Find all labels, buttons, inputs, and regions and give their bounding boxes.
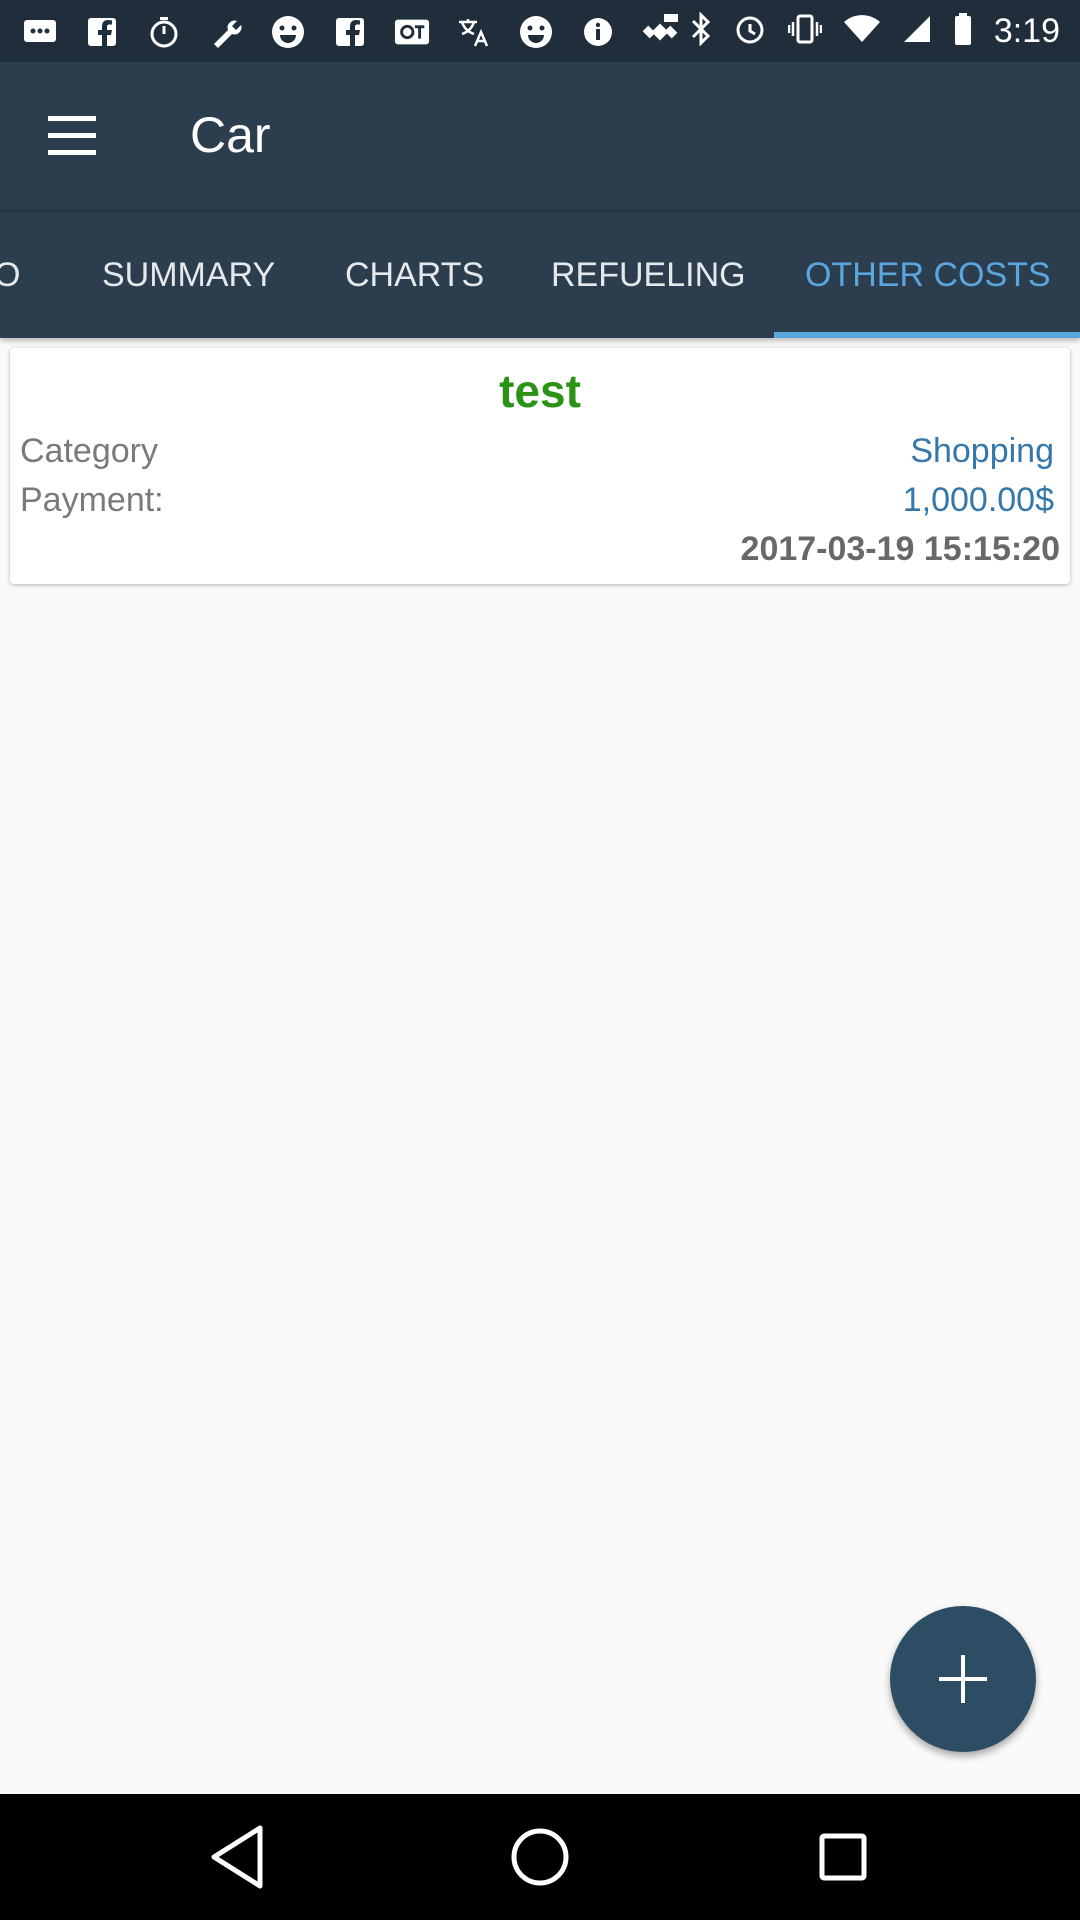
active-tab-indicator <box>774 332 1080 338</box>
system-status: 3:19 <box>690 8 1060 54</box>
back-icon[interactable] <box>200 1820 274 1894</box>
recents-icon[interactable] <box>806 1820 880 1894</box>
page-title: Car <box>190 107 271 163</box>
tab-bar: O SUMMARY CHARTS REFUELING OTHER COSTS <box>0 210 1080 338</box>
entry-datetime: 2017-03-19 15:15:20 <box>740 530 1060 568</box>
battery-icon <box>954 12 972 50</box>
timer-icon <box>146 14 182 50</box>
navigation-bar <box>0 1794 1080 1920</box>
tab-summary[interactable]: SUMMARY <box>102 212 275 338</box>
signal-icon <box>902 14 932 49</box>
category-label: Category <box>20 432 158 470</box>
menu-icon[interactable] <box>40 110 104 162</box>
cost-entry-card[interactable]: test Category Shopping Payment: 1,000.00… <box>10 348 1070 584</box>
home-icon[interactable] <box>503 1820 577 1894</box>
smiley-icon <box>518 14 554 50</box>
tab-refueling[interactable]: REFUELING <box>551 212 746 338</box>
facebook-icon <box>332 14 368 50</box>
entry-title: test <box>499 365 581 417</box>
bluetooth-icon <box>690 10 712 51</box>
chat-icon <box>22 14 58 50</box>
wifi-icon <box>843 14 880 49</box>
tab-charts[interactable]: CHARTS <box>345 212 484 338</box>
facebook-icon <box>84 14 120 50</box>
wrench-icon <box>208 14 244 50</box>
fake-gps-icon <box>642 14 678 50</box>
info-icon <box>580 14 616 50</box>
translate-icon <box>456 14 492 50</box>
payment-label: Payment: <box>20 481 164 519</box>
tab-other-costs[interactable]: OTHER COSTS <box>805 212 1051 338</box>
alarm-icon <box>734 13 766 50</box>
payment-value: 1,000.00$ <box>902 481 1054 519</box>
status-time: 3:19 <box>993 11 1060 50</box>
vibrate-icon <box>787 13 823 50</box>
qt-icon <box>394 14 430 50</box>
notification-icons <box>22 10 678 54</box>
tab-partial[interactable]: O <box>0 212 20 338</box>
smiley-icon <box>270 14 306 50</box>
app-bar: Car <box>0 62 1080 210</box>
category-value: Shopping <box>910 432 1054 470</box>
add-cost-button[interactable] <box>890 1606 1036 1752</box>
status-bar: 3:19 <box>0 0 1080 62</box>
